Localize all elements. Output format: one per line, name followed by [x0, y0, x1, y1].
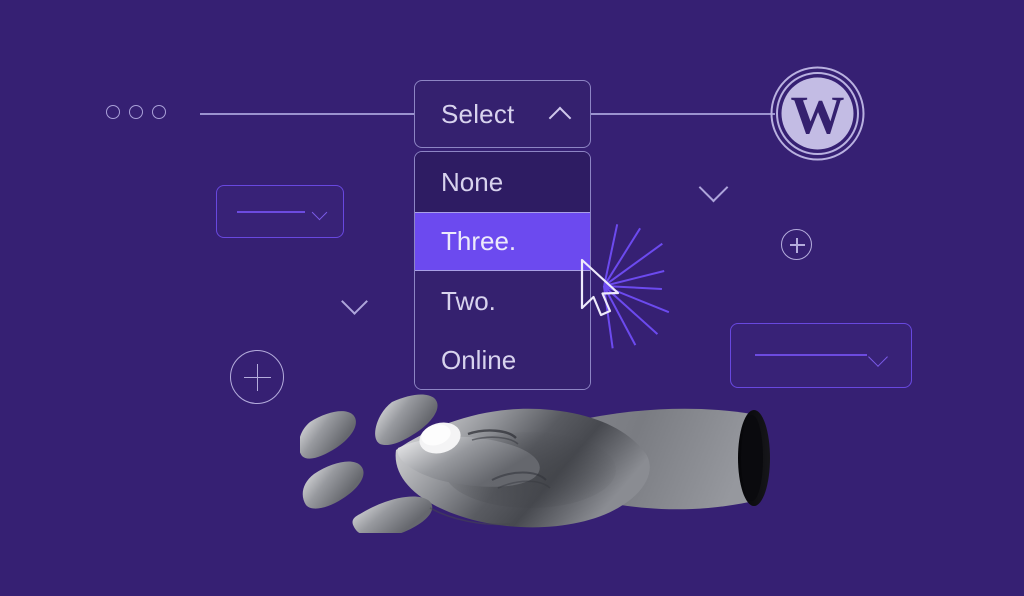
open-hand-illustration — [298, 388, 780, 538]
chevron-down-icon-right — [698, 172, 729, 203]
placeholder-line — [755, 354, 867, 356]
option-label: Three. — [441, 226, 517, 257]
hand-svg — [298, 394, 770, 538]
wordpress-logo: W — [770, 66, 865, 161]
option-three-selected[interactable]: Three. — [415, 211, 590, 271]
chevron-down-icon-left — [341, 288, 368, 315]
dot-2 — [129, 105, 143, 119]
svg-text:W: W — [791, 85, 845, 145]
add-button-small[interactable] — [781, 229, 812, 260]
chevron-up-icon[interactable] — [548, 106, 572, 129]
plus-vertical — [796, 237, 798, 253]
select-label: Select — [441, 99, 515, 129]
select-dropdown-list[interactable]: None Three. Two. Online — [414, 151, 591, 390]
select-control[interactable]: Select — [414, 80, 591, 148]
cursor-svg — [580, 258, 620, 317]
option-label: None — [441, 166, 504, 197]
chevron-down-icon — [868, 347, 888, 367]
dot-1 — [106, 105, 120, 119]
empty-select-left[interactable] — [216, 185, 344, 238]
option-online[interactable]: Online — [415, 330, 590, 389]
three-dots-indicator — [106, 105, 166, 119]
add-button-large[interactable] — [230, 350, 284, 404]
connector-line-right — [590, 113, 775, 115]
empty-select-right[interactable] — [730, 323, 912, 388]
option-two[interactable]: Two. — [415, 271, 590, 331]
option-none[interactable]: None — [415, 152, 590, 212]
option-label: Online — [441, 345, 517, 376]
hero-illustration-canvas: W Select None Three. Two. Online — [0, 0, 1024, 596]
placeholder-line — [237, 211, 305, 213]
wordpress-logo-svg: W — [770, 66, 865, 161]
connector-line-left — [200, 113, 415, 115]
option-label: Two. — [441, 285, 496, 316]
chevron-down-icon — [311, 204, 328, 221]
dot-3 — [152, 105, 166, 119]
plus-vertical — [256, 364, 259, 391]
mouse-cursor-arrow — [578, 258, 630, 326]
